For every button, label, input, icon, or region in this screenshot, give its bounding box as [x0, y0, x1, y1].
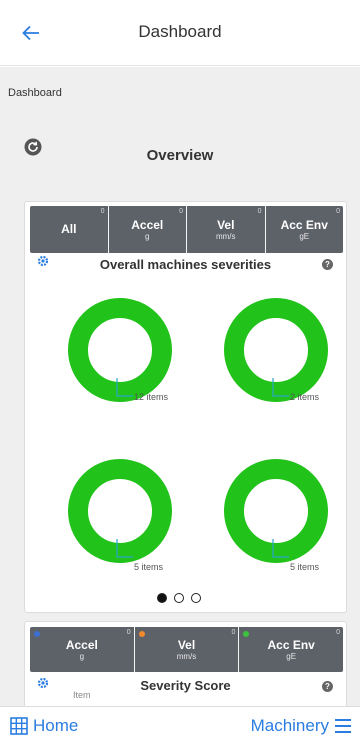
status-dot: [138, 631, 145, 637]
tab-count: 0: [179, 208, 183, 215]
tab-label: All: [61, 222, 77, 236]
pager-dot-2[interactable]: [174, 593, 184, 603]
donut-indicator: [116, 378, 133, 397]
donut-caption: 5 items: [134, 562, 164, 572]
donut-caption: 5 items: [290, 562, 320, 572]
severity-score-title: Severity Score: [140, 678, 231, 693]
tab-count: 0: [336, 208, 340, 215]
page-title: Dashboard: [138, 22, 222, 41]
home-label: Home: [33, 716, 79, 735]
tab-count: 0: [100, 208, 105, 215]
tab-unit: mm/s: [215, 231, 236, 241]
tab-count: 0: [126, 629, 131, 636]
machinery-label: Machinery: [250, 716, 329, 735]
tab-unit: gE: [299, 231, 310, 241]
tab-count: 0: [231, 629, 236, 636]
severity-card: 0 All 0 Accel g 0 Vel mm/s 0 Acc Env gE: [24, 201, 347, 613]
overview-title: Overview: [146, 147, 214, 164]
tab-acc-env[interactable]: 0 Acc Env gE: [239, 627, 343, 672]
donut-caption: 2 items: [290, 392, 320, 402]
donut-indicator: [116, 539, 133, 558]
tab-count: 0: [257, 208, 262, 215]
status-dot: [243, 631, 250, 637]
pager-dot-1[interactable]: [157, 593, 167, 603]
tab-unit: g: [145, 231, 150, 241]
donut-indicator: [272, 539, 289, 558]
tab-all[interactable]: 0 All: [30, 206, 109, 253]
app-bar: Dashboard: [0, 0, 360, 66]
score-tabs: 0 Accel g 0 Vel mm/s 0 Acc Env gE: [30, 627, 343, 672]
severity-card-title: Overall machines severities: [99, 257, 272, 272]
tab-count: 0: [336, 629, 341, 636]
pager-dot-3[interactable]: [191, 593, 201, 603]
tab-vel[interactable]: 0 Vel mm/s: [135, 627, 240, 672]
grid-icon: [10, 717, 28, 735]
severity-score-card: 0 Accel g 0 Vel mm/s 0 Acc Env gE Item S…: [24, 621, 347, 706]
breadcrumb: Dashboard: [0, 67, 360, 120]
status-dot: [34, 631, 40, 637]
carousel-pager: [157, 593, 201, 603]
help-icon[interactable]: ?: [322, 259, 333, 270]
bottom-bar: Home Machinery: [0, 706, 360, 747]
tab-label: Acc Env: [267, 637, 315, 652]
home-button[interactable]: Home: [10, 716, 78, 736]
help-icon[interactable]: ?: [322, 681, 333, 692]
machinery-button[interactable]: Machinery: [251, 716, 352, 736]
tab-label: Accel: [131, 217, 164, 232]
tab-accel[interactable]: 0 Accel g: [109, 206, 187, 253]
tab-accel[interactable]: 0 Accel g: [30, 627, 135, 672]
severity-tabs: 0 All 0 Accel g 0 Vel mm/s 0 Acc Env gE: [30, 206, 343, 253]
breadcrumb-item-dashboard[interactable]: Dashboard: [8, 87, 62, 99]
tab-label: Accel: [65, 637, 98, 652]
menu-icon: [335, 719, 351, 733]
tab-label: Vel: [217, 217, 235, 232]
dashboard-content[interactable]: Overview 0 All 0 Accel g 0 Vel mm/s 0 Ac…: [0, 120, 360, 706]
tab-label: Vel: [177, 637, 196, 652]
tab-unit: gE: [286, 651, 297, 661]
tab-unit: g: [79, 651, 85, 661]
tab-unit: mm/s: [176, 651, 197, 661]
tab-acc-env[interactable]: 0 Acc Env gE: [266, 206, 344, 253]
donut-caption: 12 items: [134, 392, 169, 402]
tab-label: Acc Env: [280, 217, 328, 232]
tab-vel[interactable]: 0 Vel mm/s: [187, 206, 266, 253]
donut-indicator: [272, 378, 289, 397]
